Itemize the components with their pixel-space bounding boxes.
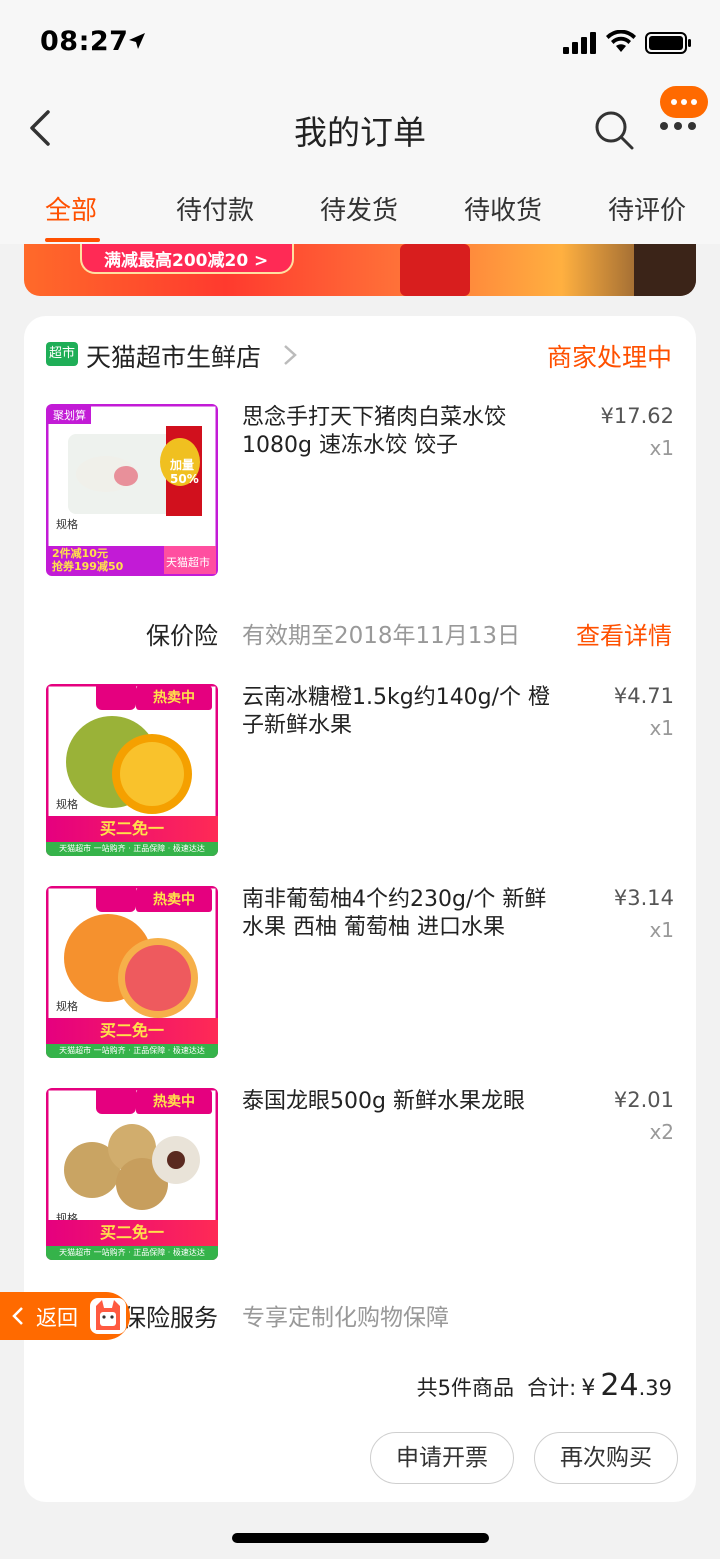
chevron-right-icon[interactable] bbox=[282, 344, 298, 366]
tab-pending-review[interactable]: 待评价 bbox=[608, 190, 686, 227]
promo-banner[interactable]: 满减最高200减20 > bbox=[24, 244, 696, 296]
item-quantity: x2 bbox=[649, 1120, 674, 1144]
order-item[interactable]: 热卖中 规格 买二免一 天猫超市 一站购齐 · 正品保障 · 极速达达 云南冰糖… bbox=[46, 684, 674, 856]
tmall-footer-strip: 天猫超市 一站购齐 · 正品保障 · 极速达达 bbox=[46, 1044, 218, 1058]
product-image-grapefruit[interactable]: 热卖中 规格 买二免一 天猫超市 一站购齐 · 正品保障 · 极速达达 bbox=[46, 886, 218, 1058]
spec-label: 规格 bbox=[56, 1000, 78, 1013]
hot-sale-tag: 热卖中 bbox=[136, 1090, 212, 1114]
hot-sale-tag: 热卖中 bbox=[136, 686, 212, 710]
order-summary: 共5件商品 合计: ¥ 24.39 bbox=[417, 1368, 672, 1403]
item-title[interactable]: 云南冰糖橙1.5kg约140g/个 橙子新鲜水果 bbox=[242, 684, 562, 740]
insurance-service-text: 专享定制化购物保障 bbox=[242, 1305, 449, 1331]
nav-bar: 我的订单 bbox=[0, 86, 720, 168]
price-protection-label: 保价险 bbox=[146, 622, 218, 650]
item-quantity: x1 bbox=[649, 918, 674, 942]
order-tabs: 全部 待付款 待发货 待收货 待评价 bbox=[0, 168, 720, 244]
banner-jacket-image bbox=[400, 244, 470, 296]
status-bar: 08:27 bbox=[0, 0, 720, 88]
item-title[interactable]: 泰国龙眼500g 新鲜水果龙眼 bbox=[242, 1088, 562, 1116]
cellular-signal-icon bbox=[563, 32, 596, 54]
item-title[interactable]: 思念手打天下猪肉白菜水饺1080g 速冻水饺 饺子 bbox=[242, 404, 562, 460]
request-invoice-button[interactable]: 申请开票 bbox=[370, 1432, 514, 1484]
total-decimal: .39 bbox=[638, 1376, 672, 1400]
tmall-supermarket-badge: 超市 bbox=[46, 342, 78, 366]
item-price: ¥17.62 bbox=[600, 404, 674, 428]
bonus-badge: 加量50% bbox=[170, 458, 199, 486]
juhuasuan-tag: 聚划算 bbox=[48, 406, 91, 424]
tmall-footer-strip: 天猫超市 一站购齐 · 正品保障 · 极速达达 bbox=[46, 842, 218, 856]
promo-line-1: 2件减10元 bbox=[52, 547, 108, 560]
buy-two-free-one: 买二免一 bbox=[46, 816, 218, 842]
banner-promo-text: 满减最高200减20 > bbox=[80, 244, 294, 274]
promo-line-2: 抢券199减50 bbox=[52, 560, 124, 573]
tmall-festival-logo bbox=[96, 684, 136, 710]
item-quantity: x1 bbox=[649, 436, 674, 460]
status-time: 08:27 bbox=[40, 26, 129, 57]
price-protection-validity: 有效期至2018年11月13日 bbox=[242, 623, 521, 649]
product-image-oranges[interactable]: 热卖中 规格 买二免一 天猫超市 一站购齐 · 正品保障 · 极速达达 bbox=[46, 684, 218, 856]
location-arrow-icon bbox=[129, 33, 145, 49]
view-details-link[interactable]: 查看详情 bbox=[576, 616, 672, 651]
item-price: ¥4.71 bbox=[613, 684, 674, 708]
tab-pending-receipt[interactable]: 待收货 bbox=[464, 190, 542, 227]
spec-label: 规格 bbox=[56, 798, 78, 811]
item-count: 共5件商品 bbox=[416, 1376, 515, 1400]
message-badge-icon[interactable] bbox=[660, 86, 708, 118]
buy-again-button[interactable]: 再次购买 bbox=[534, 1432, 678, 1484]
total-label: 合计: bbox=[527, 1376, 577, 1400]
tmall-festival-logo bbox=[96, 886, 136, 912]
item-title[interactable]: 南非葡萄柚4个约230g/个 新鲜水果 西柚 葡萄柚 进口水果 bbox=[242, 886, 562, 942]
tmall-footer-strip: 天猫超市 一站购齐 · 正品保障 · 极速达达 bbox=[46, 1246, 218, 1260]
item-quantity: x1 bbox=[649, 716, 674, 740]
order-item[interactable]: 聚划算 加量50% 规格 2件减10元 抢券199减50 天猫超市 思念手打天下… bbox=[46, 404, 674, 576]
price-protection-row: 保价险 有效期至2018年11月13日 查看详情 bbox=[24, 616, 696, 656]
tmall-corner-label: 天猫超市 bbox=[166, 556, 210, 569]
tab-pending-payment[interactable]: 待付款 bbox=[176, 190, 254, 227]
battery-icon bbox=[645, 32, 691, 54]
product-image-longan[interactable]: 热卖中 规格 买二免一 天猫超市 一站购齐 · 正品保障 · 极速达达 bbox=[46, 1088, 218, 1260]
currency-symbol: ¥ bbox=[581, 1376, 596, 1401]
tmall-cat-icon bbox=[90, 1298, 126, 1334]
item-price: ¥3.14 bbox=[613, 886, 674, 910]
hot-sale-tag: 热卖中 bbox=[136, 888, 212, 912]
insurance-service-label: 保险服务 bbox=[122, 1304, 218, 1332]
buy-two-free-one: 买二免一 bbox=[46, 1018, 218, 1044]
tab-pending-shipment[interactable]: 待发货 bbox=[320, 190, 398, 227]
tmall-festival-logo bbox=[96, 1088, 136, 1114]
active-tab-indicator bbox=[45, 238, 100, 242]
order-item[interactable]: 热卖中 规格 买二免一 天猫超市 一站购齐 · 正品保障 · 极速达达 泰国龙眼… bbox=[46, 1088, 674, 1260]
more-dots-icon[interactable] bbox=[658, 116, 698, 136]
wifi-icon bbox=[606, 30, 636, 52]
product-image-dumplings[interactable]: 聚划算 加量50% 规格 2件减10元 抢券199减50 天猫超市 bbox=[46, 404, 218, 576]
buy-two-free-one: 买二免一 bbox=[46, 1220, 218, 1246]
chevron-left-icon bbox=[12, 1307, 23, 1325]
item-price: ¥2.01 bbox=[613, 1088, 674, 1112]
tab-all[interactable]: 全部 bbox=[45, 190, 97, 227]
home-indicator[interactable] bbox=[232, 1533, 489, 1543]
floating-return-button[interactable]: 返回 bbox=[0, 1292, 130, 1340]
spec-label: 规格 bbox=[56, 518, 78, 531]
order-status: 商家处理中 bbox=[546, 343, 672, 372]
return-label: 返回 bbox=[36, 1306, 78, 1330]
store-name[interactable]: 天猫超市生鲜店 bbox=[86, 338, 261, 374]
banner-product-image bbox=[634, 244, 696, 296]
order-item[interactable]: 热卖中 规格 买二免一 天猫超市 一站购齐 · 正品保障 · 极速达达 南非葡萄… bbox=[46, 886, 674, 1058]
total-integer: 24 bbox=[600, 1368, 639, 1403]
search-icon[interactable] bbox=[592, 108, 636, 152]
